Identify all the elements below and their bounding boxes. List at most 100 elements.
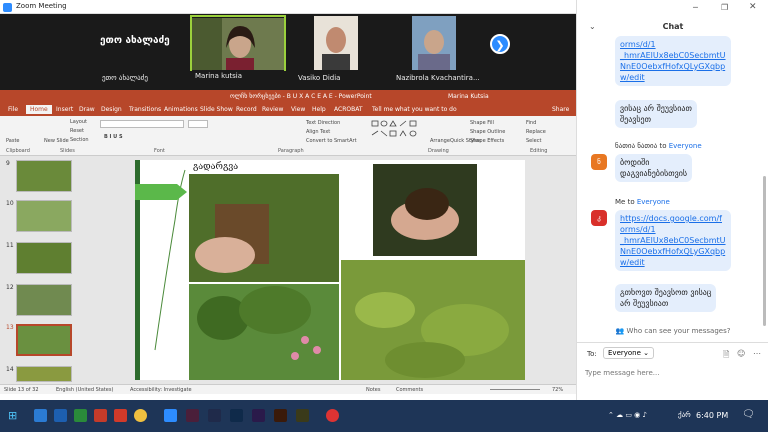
- avatar: ნ: [591, 154, 607, 170]
- tab-draw[interactable]: Draw: [79, 106, 95, 113]
- shapes-gallery[interactable]: [370, 119, 422, 143]
- slide-thumbnail[interactable]: [16, 284, 72, 316]
- acrobat-icon[interactable]: [114, 409, 127, 422]
- shape-outline-button[interactable]: Shape Outline: [470, 129, 505, 135]
- chat-input[interactable]: [585, 366, 761, 380]
- bold-button[interactable]: B I U S: [104, 134, 123, 140]
- excel-icon[interactable]: [74, 409, 87, 422]
- close-icon[interactable]: ✕: [749, 2, 757, 12]
- slide-canvas[interactable]: გადარგვა: [135, 160, 525, 380]
- more-icon[interactable]: ⋯: [753, 349, 761, 358]
- tab-file[interactable]: File: [8, 106, 18, 113]
- recipient-name: Everyone: [668, 142, 702, 150]
- participant-video: [412, 16, 456, 70]
- tab-slide-show[interactable]: Slide Show: [200, 106, 233, 113]
- tab-design[interactable]: Design: [101, 106, 122, 113]
- group-label: Drawing: [428, 148, 449, 154]
- accessibility-status[interactable]: Accessibility: Investigate: [130, 387, 192, 393]
- notification-icon[interactable]: 🗨: [742, 409, 755, 420]
- arrange-button[interactable]: Arrange: [430, 138, 450, 144]
- paste-button[interactable]: Paste: [6, 138, 20, 144]
- minimize-icon[interactable]: ─: [693, 3, 698, 12]
- recipient-value: Everyone: [608, 349, 641, 357]
- premiere-icon[interactable]: [252, 409, 265, 422]
- app-icon[interactable]: [208, 409, 221, 422]
- chat-scrollbar[interactable]: [763, 176, 766, 326]
- language-indicator[interactable]: ქარ: [678, 411, 691, 419]
- find-button[interactable]: Find: [526, 120, 536, 126]
- shape-fill-button[interactable]: Shape Fill: [470, 120, 494, 126]
- tab-animations[interactable]: Animations: [164, 106, 198, 113]
- zoom-slider[interactable]: [490, 389, 540, 390]
- participant-name: ეთო ახალაძე: [102, 74, 148, 82]
- language-status[interactable]: English (United States): [56, 387, 113, 393]
- tab-review[interactable]: Review: [262, 106, 283, 113]
- tab-view[interactable]: View: [291, 106, 305, 113]
- maximize-icon[interactable]: ❐: [721, 3, 728, 12]
- illustrator-icon[interactable]: [274, 409, 287, 422]
- font-size-dropdown[interactable]: [188, 120, 208, 128]
- tell-me-search[interactable]: Tell me what you want to do: [372, 106, 457, 113]
- replace-button[interactable]: Replace: [526, 129, 546, 135]
- reset-button[interactable]: Reset: [70, 128, 84, 134]
- comments-button[interactable]: Comments: [396, 387, 423, 393]
- who-can-see-link[interactable]: 👥 Who can see your messages?: [577, 327, 768, 335]
- message-link[interactable]: orms/d/1 _hmrAElUx8ebC0SecbmtU NnE0Oebxf…: [620, 40, 726, 82]
- group-label: Editing: [530, 148, 548, 154]
- divider: [577, 342, 768, 343]
- file-icon[interactable]: 🗎: [723, 349, 729, 363]
- layout-button[interactable]: Layout: [70, 119, 87, 125]
- notes-button[interactable]: Notes: [366, 387, 380, 393]
- tab-help[interactable]: Help: [312, 106, 326, 113]
- align-text-button[interactable]: Align Text: [306, 129, 330, 135]
- text-direction-button[interactable]: Text Direction: [306, 120, 340, 126]
- recipient-dropdown[interactable]: Everyone ⌄: [603, 347, 655, 359]
- tab-transitions[interactable]: Transitions: [129, 106, 161, 113]
- slide-count: Slide 13 of 32: [4, 387, 39, 393]
- windows-start-icon[interactable]: ⊞: [8, 409, 17, 422]
- zoom-level[interactable]: 72%: [552, 387, 563, 393]
- select-button[interactable]: Select: [526, 138, 541, 144]
- app-icon[interactable]: [186, 409, 199, 422]
- tab-acrobat[interactable]: ACROBAT: [334, 106, 363, 113]
- slide-number: 10: [6, 200, 14, 207]
- edge-icon[interactable]: [34, 409, 47, 422]
- zoom-icon[interactable]: [164, 409, 177, 422]
- who-can-see-text: Who can see your messages?: [626, 327, 731, 335]
- clock[interactable]: 6:40 PM: [696, 411, 728, 420]
- participant-tile[interactable]: ეთო ახალაძე ეთო ახალაძე: [92, 15, 188, 84]
- zoom-logo-icon: [3, 3, 12, 12]
- section-button[interactable]: Section: [70, 137, 89, 143]
- participant-name: Nazibrola Kvachantira...: [396, 74, 480, 82]
- tab-record[interactable]: Record: [236, 106, 257, 113]
- participant-tile-active[interactable]: Marina kutsia: [190, 15, 286, 82]
- powerpoint-icon[interactable]: [94, 409, 107, 422]
- new-slide-button[interactable]: New Slide: [44, 138, 69, 144]
- convert-smartart-button[interactable]: Convert to SmartArt: [306, 138, 357, 144]
- font-name-dropdown[interactable]: [100, 120, 184, 128]
- chrome-icon[interactable]: [134, 409, 147, 422]
- participant-big-name: ეთო ახალაძე: [100, 35, 170, 46]
- participant-tile[interactable]: Nazibrola Kvachantira...: [386, 15, 482, 84]
- slide-content: [135, 160, 525, 380]
- group-label: Font: [154, 148, 165, 154]
- photoshop-icon[interactable]: [230, 409, 243, 422]
- slide-thumbnail[interactable]: [16, 242, 72, 274]
- shape-effects-button[interactable]: Shape Effects: [470, 138, 504, 144]
- tab-insert[interactable]: Insert: [56, 106, 73, 113]
- slide-thumbnail[interactable]: [16, 366, 72, 382]
- slide-thumbnail-selected[interactable]: [16, 324, 72, 356]
- participant-tile[interactable]: Vasiko Didia: [288, 15, 384, 84]
- slide-thumbnail[interactable]: [16, 200, 72, 232]
- chrome-icon[interactable]: [326, 409, 339, 422]
- message-link[interactable]: https://docs.google.com/f orms/d/1 _hmrA…: [620, 214, 726, 267]
- word-icon[interactable]: [54, 409, 67, 422]
- slide-thumbnail[interactable]: [16, 160, 72, 192]
- share-button[interactable]: Share: [552, 106, 569, 113]
- emoji-icon[interactable]: ☺: [737, 349, 745, 358]
- tab-home[interactable]: Home: [26, 105, 52, 114]
- app-icon[interactable]: [296, 409, 309, 422]
- next-page-button[interactable]: ❯: [490, 34, 510, 54]
- sender-to: to: [659, 142, 667, 150]
- tray-icons[interactable]: ⌃ ☁ ▭ ◉ ♪: [608, 411, 647, 419]
